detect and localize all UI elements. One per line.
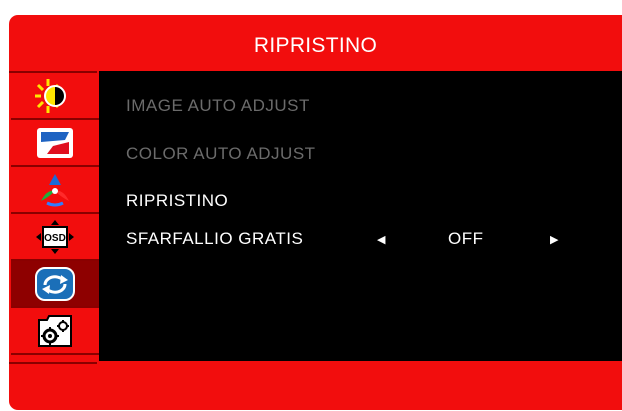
menu-title: RIPRISTINO [253, 34, 378, 57]
sidebar-item-reset[interactable] [11, 261, 99, 308]
menu-item-image-auto-adjust: IMAGE AUTO ADJUST [126, 96, 310, 115]
sidebar-item-osd[interactable]: OSD [11, 214, 99, 261]
brightness-contrast-icon [35, 79, 66, 113]
menu-content-panel: IMAGE AUTO ADJUST COLOR AUTO ADJUST RIPR… [99, 71, 622, 361]
image-flag-icon [37, 128, 73, 158]
arrow-left-icon[interactable]: ◀ [377, 233, 385, 246]
settings-gears-icon [38, 315, 72, 347]
sidebar-item-color[interactable] [11, 167, 99, 214]
sidebar-item-brightness[interactable] [11, 73, 99, 120]
arrow-right-icon[interactable]: ▶ [550, 233, 558, 246]
sidebar: OSD [9, 71, 99, 364]
svg-text:OSD: OSD [44, 233, 66, 244]
color-rgb-icon [41, 174, 69, 207]
sidebar-item-picture[interactable] [11, 120, 99, 167]
menu-item-ripristino[interactable]: RIPRISTINO [126, 191, 228, 211]
sidebar-item-settings[interactable] [11, 308, 99, 355]
osd-icon: OSD [36, 220, 74, 254]
osd-menu-window: RIPRISTINO OSD IMAGE AUTO ADJUST COLOR A… [9, 15, 622, 410]
menu-item-color-auto-adjust: COLOR AUTO ADJUST [126, 144, 316, 163]
menu-item-sfarfallio-gratis[interactable]: SFARFALLIO GRATIS [126, 229, 303, 249]
reset-refresh-icon [35, 267, 75, 301]
sfarfallio-gratis-value: OFF [448, 229, 484, 248]
menu-footer [9, 361, 622, 410]
